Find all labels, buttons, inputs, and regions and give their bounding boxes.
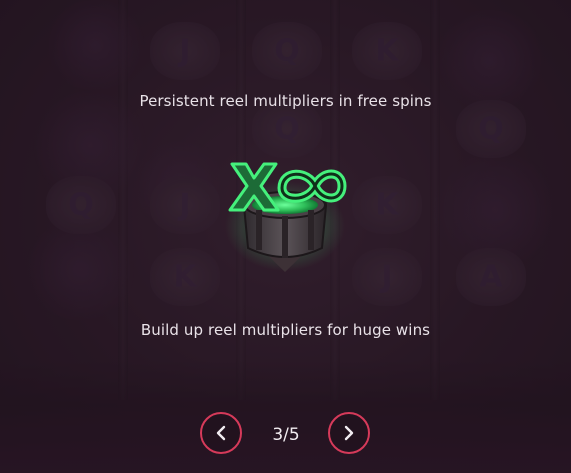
chevron-left-icon <box>216 425 226 441</box>
next-page-button[interactable] <box>328 412 370 454</box>
previous-page-button[interactable] <box>200 412 242 454</box>
chevron-right-icon <box>344 425 354 441</box>
feature-description: Build up reel multipliers for huge wins <box>140 321 431 339</box>
paytable-screen: J Q K Q Q Q J K K J A Persistent reel mu… <box>0 0 571 473</box>
feature-title: Persistent reel multipliers in free spin… <box>139 92 432 110</box>
page-indicator: 3/5 <box>272 425 300 445</box>
infinity-multiplier-icon <box>218 148 353 278</box>
